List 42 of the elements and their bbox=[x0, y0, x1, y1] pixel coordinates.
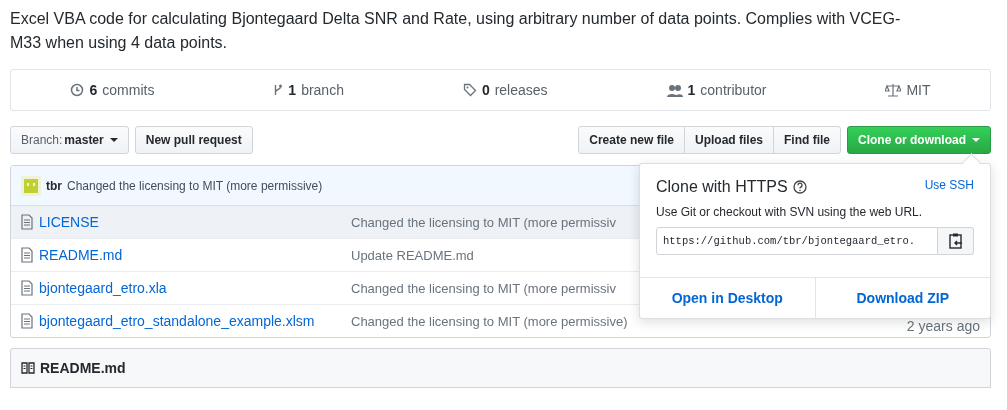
scale-icon bbox=[885, 83, 902, 97]
history-icon bbox=[70, 83, 85, 97]
stat-link[interactable]: MIT bbox=[885, 82, 931, 98]
stat-link[interactable]: 6 commits bbox=[70, 82, 155, 98]
commit-message[interactable]: Changed the licensing to MIT (more permissive) bbox=[351, 313, 628, 329]
stat-link[interactable]: 1 contributor bbox=[666, 82, 767, 98]
help-icon[interactable] bbox=[792, 180, 807, 194]
file-link[interactable]: README.md bbox=[39, 247, 351, 263]
url-field[interactable]: https://github.com/tbr/bjontegaard_etro. bbox=[656, 227, 938, 255]
copy-button[interactable] bbox=[938, 227, 974, 255]
file-link[interactable]: LICENSE bbox=[39, 214, 351, 230]
commit-message[interactable]: Update README.md bbox=[351, 247, 474, 263]
stat-link[interactable]: 1 branch bbox=[273, 82, 344, 98]
book-icon bbox=[21, 362, 35, 374]
file-icon bbox=[21, 214, 33, 230]
popup-action-link[interactable]: Download ZIP bbox=[814, 278, 990, 318]
branch-select[interactable]: Branch: master bbox=[10, 126, 129, 154]
commit-age: 2 years ago bbox=[906, 317, 980, 334]
clipboard-icon bbox=[948, 233, 963, 249]
file-link[interactable]: bjontegaard_etro.xla bbox=[39, 280, 351, 296]
commit-author[interactable]: tbr bbox=[46, 178, 62, 193]
commit-message[interactable]: Changed the licensing to MIT (more permissive) bbox=[67, 178, 323, 193]
file-action-button[interactable]: Upload files bbox=[684, 126, 774, 154]
stat-link[interactable]: 0 releases bbox=[462, 82, 548, 98]
use-ssh-link[interactable]: Use SSH bbox=[924, 178, 974, 192]
file-action-button[interactable]: Find file bbox=[773, 126, 841, 154]
popup-title: Clone with HTTPS bbox=[656, 178, 788, 196]
file-icon bbox=[21, 280, 33, 296]
people-icon bbox=[666, 83, 683, 97]
tag-icon bbox=[462, 83, 477, 97]
file-icon bbox=[21, 247, 33, 263]
repo-description: Excel VBA code for calculating Bjontegaard Delta SNR and Rate, using arbitrary number of data points. Complies with VCEG-M33 when using 4 data points. bbox=[10, 9, 902, 53]
commit-message[interactable]: Changed the licensing to MIT (more permissiv bbox=[351, 280, 616, 296]
file-icon bbox=[21, 313, 33, 329]
branch-icon bbox=[273, 83, 284, 97]
file-link[interactable]: bjontegaard_etro_standalone_example.xlsm bbox=[39, 313, 351, 329]
file-action-button[interactable]: Create new file bbox=[578, 126, 685, 154]
commit-message[interactable]: Changed the licensing to MIT (more permissiv bbox=[351, 214, 616, 230]
clone-hint: Use Git or checkout with SVN using the web URL. bbox=[656, 205, 924, 219]
readme-title: README.md bbox=[40, 360, 126, 376]
new-pull-request-button[interactable]: New pull request bbox=[134, 126, 253, 154]
avatar-icon bbox=[21, 175, 41, 196]
